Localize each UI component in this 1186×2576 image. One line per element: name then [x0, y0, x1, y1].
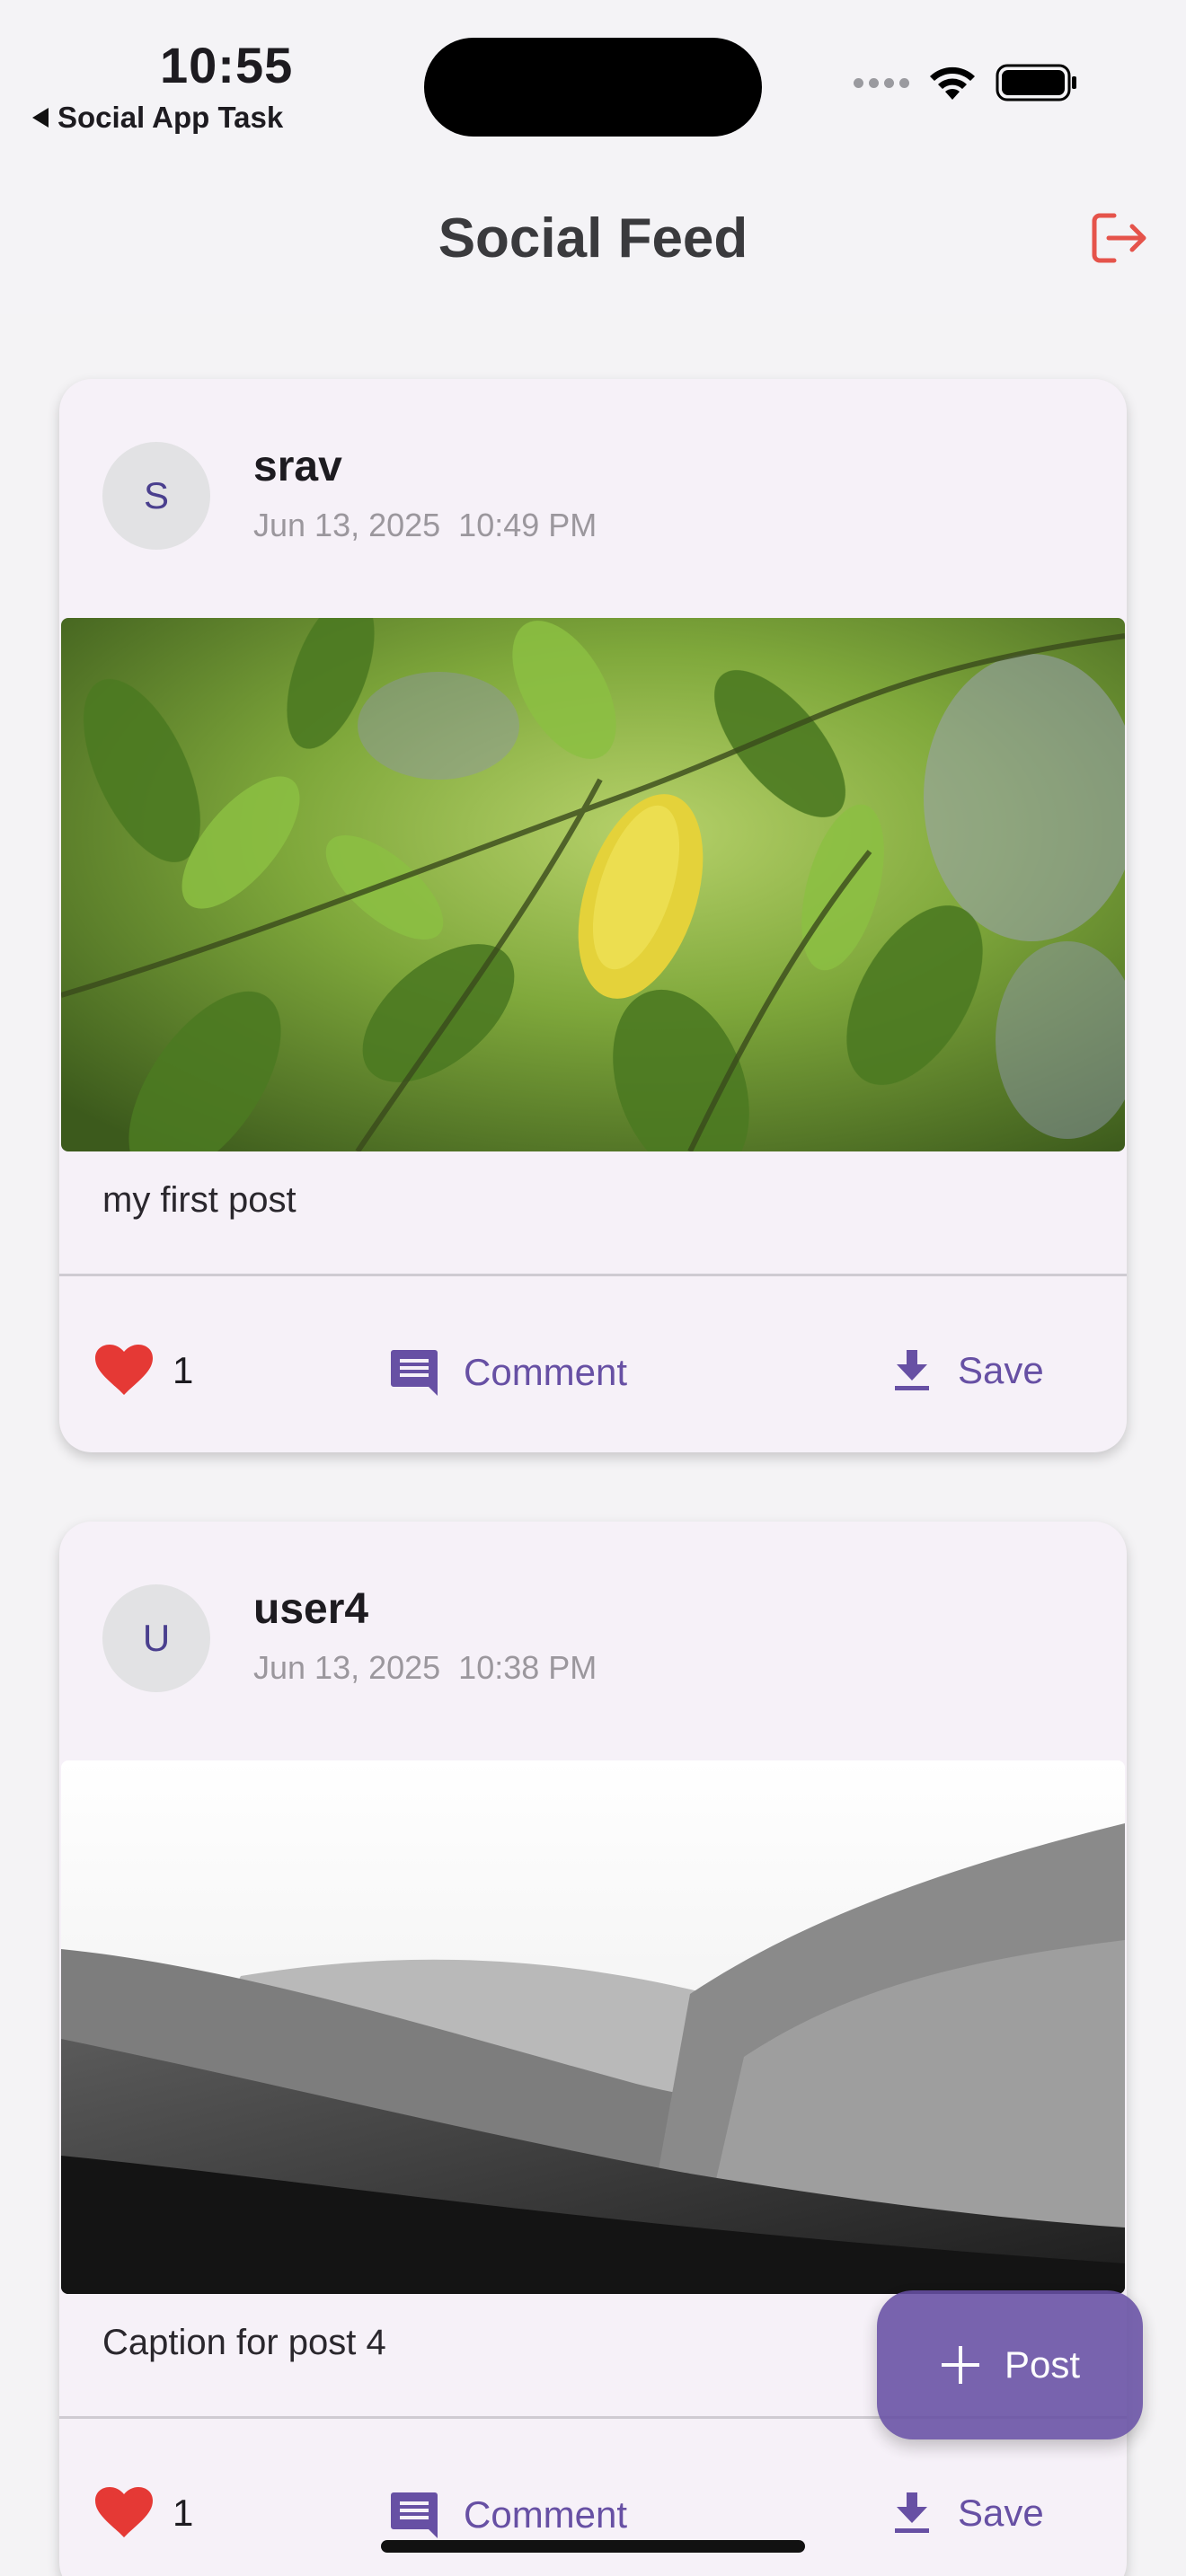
avatar[interactable]: U: [102, 1584, 210, 1692]
comment-label: Comment: [464, 1351, 628, 1393]
post-header: U user4 Jun 13, 2025 10:38 PM: [59, 1522, 1127, 1760]
post-card: S srav Jun 13, 2025 10:49 PM my first po…: [59, 379, 1127, 1452]
back-app-label: Social App Task: [58, 101, 284, 134]
post-actions: 1 Comment Save: [59, 1276, 1127, 1452]
logout-icon[interactable]: [1087, 207, 1150, 269]
wifi-icon: [930, 66, 975, 100]
back-triangle-icon: [32, 108, 49, 128]
signal-dots-icon: [854, 77, 909, 88]
battery-icon: [996, 64, 1076, 101]
download-icon: [895, 2492, 929, 2533]
post-username[interactable]: srav: [253, 442, 342, 491]
post-timestamp: Jun 13, 2025 10:38 PM: [253, 1649, 597, 1686]
save-label: Save: [958, 2492, 1044, 2534]
post-image[interactable]: [61, 618, 1125, 1151]
post-image[interactable]: [61, 1760, 1125, 2294]
status-indicators: [854, 63, 1078, 102]
download-icon: [895, 1350, 929, 1390]
heart-icon: [95, 1345, 153, 1395]
comment-icon: [391, 1350, 438, 1396]
dynamic-island: [424, 38, 762, 137]
app-bar: Social Feed: [0, 162, 1186, 314]
save-button[interactable]: Save: [891, 2491, 1044, 2536]
save-button[interactable]: Save: [891, 1348, 1044, 1393]
plus-icon: [941, 2346, 979, 2384]
post-caption: my first post: [102, 1180, 296, 1220]
back-to-app-link[interactable]: Social App Task: [32, 101, 283, 135]
comment-button[interactable]: Comment: [390, 1348, 627, 1397]
save-label: Save: [958, 1349, 1044, 1391]
fab-label: Post: [1004, 2343, 1081, 2386]
post-timestamp: Jun 13, 2025 10:49 PM: [253, 507, 597, 543]
home-indicator[interactable]: [381, 2540, 805, 2553]
post-header: S srav Jun 13, 2025 10:49 PM: [59, 379, 1127, 618]
avatar[interactable]: S: [102, 442, 210, 550]
page-title: Social Feed: [438, 207, 748, 269]
heart-icon: [95, 2487, 153, 2537]
status-time: 10:55: [160, 37, 294, 93]
like-button[interactable]: 1: [95, 1345, 193, 1397]
comment-label: Comment: [464, 2493, 628, 2536]
status-bar: 10:55 Social App Task: [0, 0, 1186, 162]
comment-icon: [391, 2492, 438, 2538]
like-button[interactable]: 1: [95, 2487, 193, 2539]
like-count: 1: [173, 1349, 194, 1391]
post-username[interactable]: user4: [253, 1584, 368, 1634]
new-post-fab[interactable]: Post: [877, 2290, 1143, 2439]
screen: 10:55 Social App Task Social Feed S srav…: [0, 0, 1186, 2576]
comment-button[interactable]: Comment: [390, 2491, 627, 2539]
like-count: 1: [173, 2492, 194, 2534]
